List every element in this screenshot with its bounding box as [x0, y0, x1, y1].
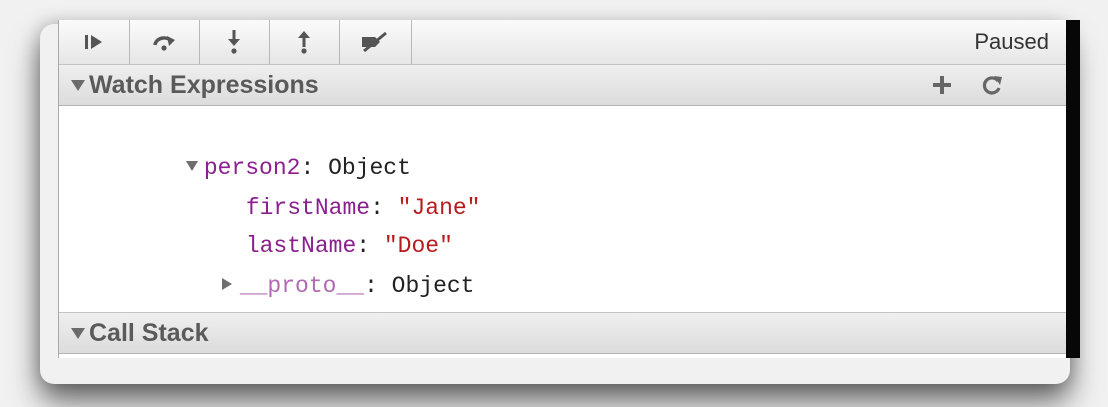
window-edge [1066, 20, 1080, 358]
step-out-button[interactable] [269, 20, 340, 64]
step-into-button[interactable] [199, 20, 270, 64]
plus-icon [933, 76, 951, 94]
tree-row-firstname[interactable]: firstName: "Jane" [163, 160, 481, 221]
tree-row-lastname[interactable]: lastName: "Doe" [163, 198, 453, 259]
debugger-toolbar: Paused [59, 20, 1067, 65]
watch-expressions-tree: person2: Object firstName: "Jane" lastNa… [59, 108, 1067, 312]
call-stack-header[interactable]: Call Stack [59, 312, 1067, 354]
tree-row-proto[interactable]: __proto__: Object [139, 238, 475, 299]
expand-right-icon[interactable] [221, 277, 232, 290]
step-into-icon [228, 30, 240, 54]
debugger-status: Paused [974, 29, 1049, 54]
resume-icon [85, 35, 102, 49]
property-name: __proto__ [239, 273, 365, 299]
disclosure-down-icon [71, 328, 85, 339]
step-out-icon [298, 31, 310, 54]
deactivate-breakpoints-button[interactable] [339, 20, 412, 64]
refresh-icon [982, 76, 1002, 95]
watch-expressions-title: Watch Expressions [89, 71, 319, 99]
resume-button[interactable] [59, 20, 130, 64]
watch-expressions-header[interactable]: Watch Expressions [59, 64, 1067, 106]
step-over-button[interactable] [129, 20, 200, 64]
add-watch-expression-button[interactable] [925, 69, 959, 101]
refresh-watch-expressions-button[interactable] [975, 69, 1009, 101]
property-separator: : [364, 273, 392, 299]
debugger-sidebar: Paused Watch Expressions person2: Object… [58, 20, 1067, 358]
tree-row-person2[interactable]: person2: Object [103, 120, 411, 181]
property-value: Object [391, 273, 475, 299]
disclosure-down-icon [71, 80, 85, 91]
step-over-icon [153, 36, 175, 51]
call-stack-title: Call Stack [89, 319, 209, 347]
deactivate-breakpoints-icon [362, 31, 387, 53]
